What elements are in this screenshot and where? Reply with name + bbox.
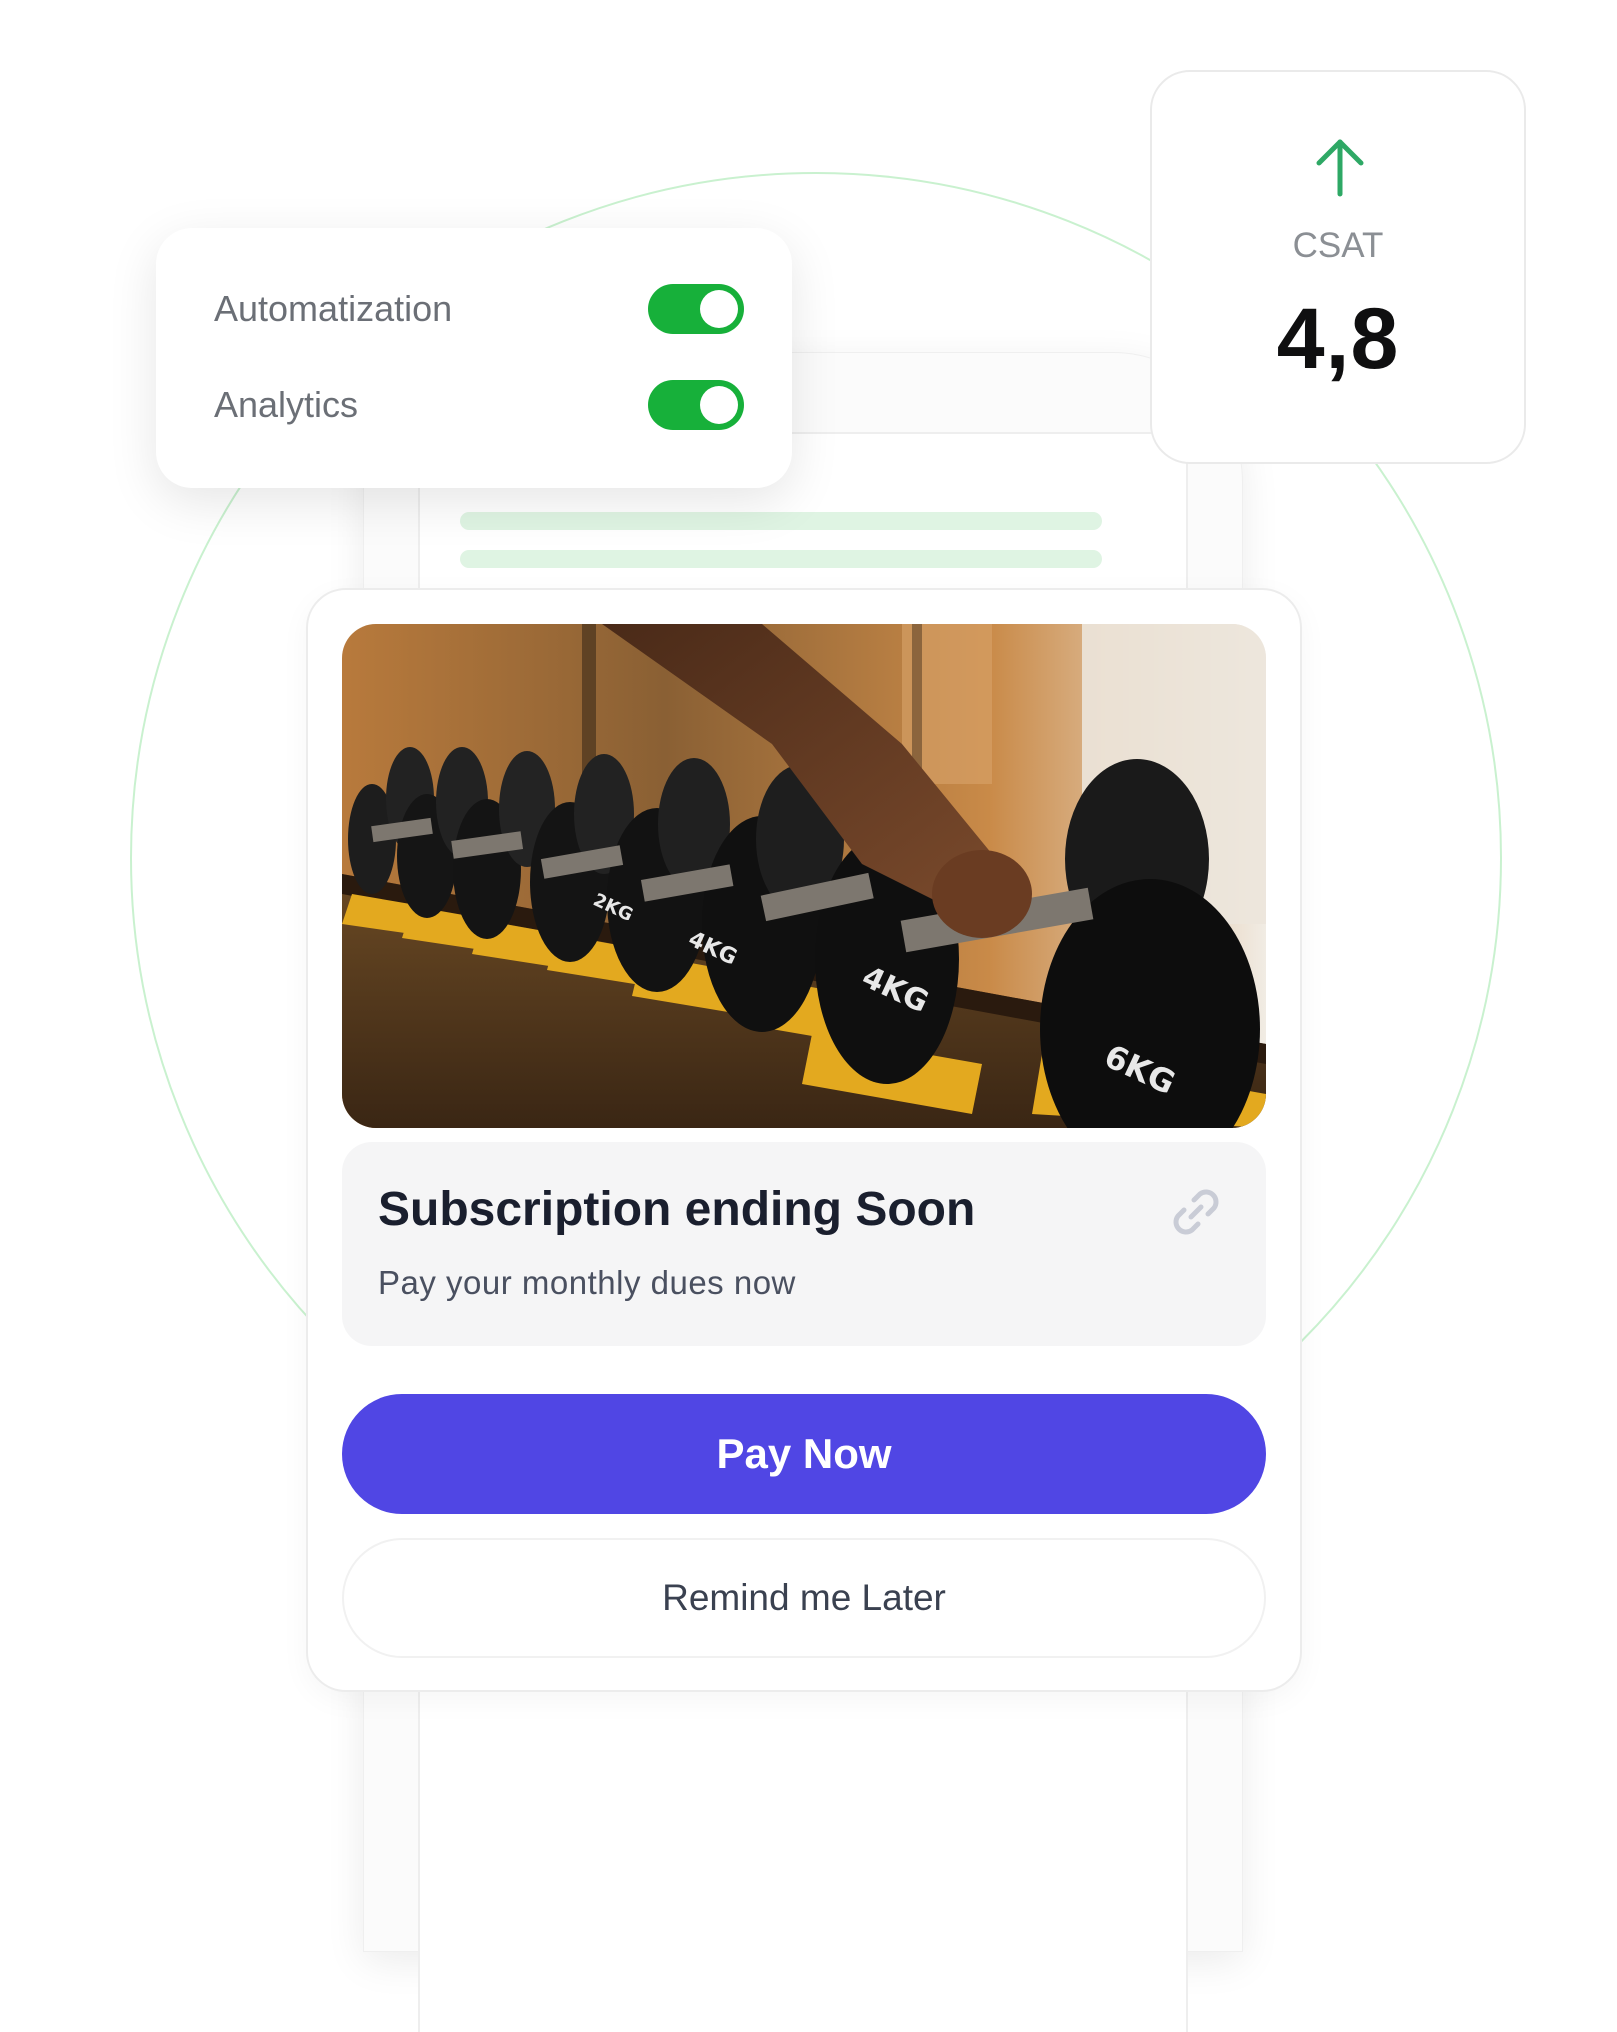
pay-now-button[interactable]: Pay Now xyxy=(342,1394,1266,1514)
toggle-label-automatization: Automatization xyxy=(214,288,453,329)
link-icon[interactable] xyxy=(1164,1180,1228,1244)
subscription-title: Subscription ending Soon xyxy=(378,1183,976,1236)
toggle-row-automatization: Automatization xyxy=(214,284,744,334)
subscription-subtitle: Pay your monthly dues now xyxy=(378,1264,796,1301)
subscription-notification-card: 4KG 4KG 6KG 2KG Subscription ending Soon… xyxy=(306,588,1302,1692)
toggle-label-analytics: Analytics xyxy=(214,384,359,425)
arrow-up-icon xyxy=(1316,139,1364,197)
automatization-toggle[interactable] xyxy=(648,284,744,334)
toggle-knob xyxy=(700,290,738,328)
toggle-row-analytics: Analytics xyxy=(214,380,744,430)
settings-toggles-card: Automatization Analytics xyxy=(156,228,792,488)
csat-label: CSAT xyxy=(1292,226,1384,265)
subscription-info-box: Subscription ending Soon Pay your monthl… xyxy=(342,1142,1266,1346)
csat-card: CSAT 4,8 xyxy=(1150,70,1526,464)
gym-dumbbells-photo: 4KG 4KG 6KG 2KG xyxy=(342,624,1266,1128)
csat-score: 4,8 xyxy=(1276,291,1400,387)
skeleton-line xyxy=(460,512,1102,530)
analytics-toggle[interactable] xyxy=(648,380,744,430)
toggle-knob xyxy=(700,386,738,424)
skeleton-line xyxy=(460,550,1102,568)
remind-me-later-button[interactable]: Remind me Later xyxy=(342,1538,1266,1658)
